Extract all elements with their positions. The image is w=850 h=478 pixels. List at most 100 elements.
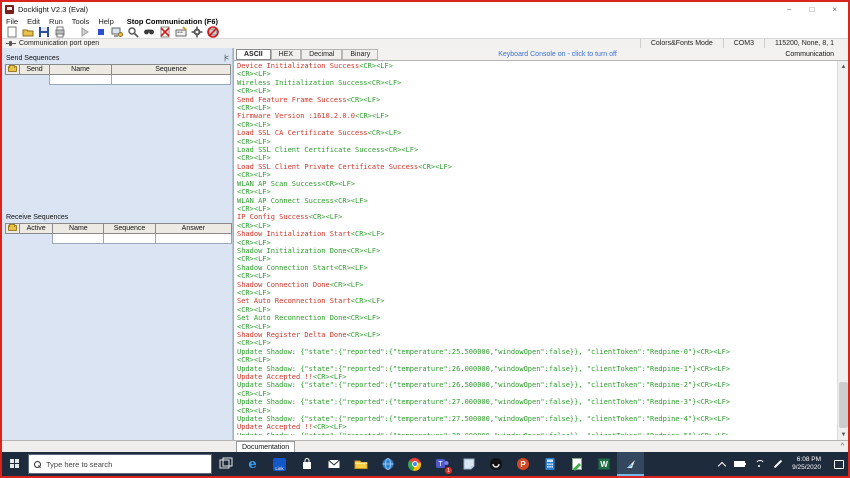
pen-icon[interactable] — [773, 459, 783, 469]
new-file-icon[interactable] — [5, 26, 18, 38]
action-center-icon[interactable] — [834, 459, 844, 469]
terminal-line: <CR><LF> — [237, 272, 271, 281]
search-input[interactable]: Type here to search — [28, 454, 212, 474]
column-header-name: Name — [52, 223, 105, 234]
send-sequences-table: Send Name Sequence — [5, 64, 231, 85]
tab-ascii[interactable]: ASCII — [236, 48, 271, 60]
sequence-input-send — [20, 75, 50, 85]
terminal-line: Firmware Version :1610.2.0.0<CR><LF> — [237, 112, 389, 121]
terminal-line: Update Shadow: {"state":{"reported":{"te… — [237, 347, 731, 356]
close-button[interactable]: × — [832, 5, 837, 14]
app-icon — [5, 4, 14, 14]
print-icon[interactable] — [53, 26, 66, 38]
menu-item-tools[interactable]: Tools — [72, 17, 90, 26]
tray-chevron-icon[interactable] — [717, 461, 727, 470]
sequence-list-button[interactable] — [5, 223, 20, 234]
app-window: Docklight V2.3 (Eval) – □ × File Edit Run T… — [0, 0, 850, 478]
scroll-down-arrow[interactable]: ▼ — [838, 429, 848, 440]
tab-binary[interactable]: Binary — [342, 48, 379, 60]
search-placeholder: Type here to search — [46, 459, 113, 469]
send-sequences-title: Send Sequences — [6, 54, 60, 62]
network-icon[interactable] — [754, 460, 766, 468]
sequence-input-sequence[interactable] — [103, 233, 156, 244]
menu-bar: File Edit Run Tools Help Stop Communication (… — [2, 16, 848, 26]
terminal-line: <CR><LF> — [237, 305, 271, 314]
clock-date: 9/25/2020 — [792, 464, 821, 471]
taskbar-green-w-app-icon[interactable]: W — [590, 452, 617, 476]
folder-icon — [8, 64, 17, 72]
sequence-input-name[interactable] — [52, 233, 105, 244]
save-icon[interactable] — [37, 26, 50, 38]
battery-icon[interactable] — [734, 461, 747, 467]
options-gear-icon[interactable] — [190, 26, 203, 38]
minimize-button[interactable]: – — [787, 5, 791, 14]
scroll-up-arrow[interactable]: ▲ — [838, 61, 848, 72]
tab-decimal[interactable]: Decimal — [301, 48, 343, 60]
menu-item-stop-communication[interactable]: Stop Communication (F6) — [127, 17, 218, 26]
taskbar-calculator-icon[interactable] — [536, 452, 563, 476]
taskbar-green-doc-icon[interactable] — [563, 452, 590, 476]
terminal-line: Shadow Register Delta Done<CR><LF> — [237, 331, 381, 339]
find-sequence-icon[interactable] — [142, 26, 155, 38]
taskbar-chrome-icon[interactable] — [401, 452, 428, 476]
taskbar-powerpoint-icon[interactable]: P — [509, 452, 536, 476]
sequences-panel: Send Sequences |< Send Name Sequence Recei… — [2, 48, 233, 440]
terminal-line: WLAN AP Scan Success<CR><LF> — [237, 179, 356, 188]
scrollbar-thumb[interactable] — [839, 382, 848, 428]
terminal-line: Shadow Initialization Start<CR><LF> — [237, 230, 385, 239]
com-port-status[interactable]: COM3 — [722, 39, 764, 48]
taskbar-clock[interactable]: 6:08 PM 9/25/2020 — [792, 456, 821, 472]
taskbar-edge-icon[interactable]: e — [239, 452, 266, 476]
menu-item-edit[interactable]: Edit — [27, 17, 40, 26]
communication-panel: ASCII HEX Decimal Binary Keyboard Console o… — [233, 48, 848, 440]
receive-sequences-title: Receive Sequences — [6, 213, 69, 221]
menu-item-help[interactable]: Help — [98, 17, 113, 26]
taskbar-mail-icon[interactable] — [320, 452, 347, 476]
open-project-icon[interactable] — [21, 26, 34, 38]
taskbar-store-icon[interactable] — [293, 452, 320, 476]
vertical-scrollbar[interactable]: ▲ ▼ — [837, 61, 848, 440]
taskbar-globe-browser-icon[interactable] — [374, 452, 401, 476]
taskbar-teams-icon[interactable]: T1 — [428, 452, 455, 476]
restore-button[interactable]: □ — [809, 5, 814, 14]
com-params-status[interactable]: 115200, None, 8, 1 — [763, 39, 844, 48]
taskbar-docklight-active-icon[interactable] — [617, 452, 644, 476]
terminal-line: Set Auto Reconnection Start<CR><LF> — [237, 297, 385, 306]
tab-hex[interactable]: HEX — [270, 48, 302, 60]
sequence-input-name[interactable] — [49, 74, 112, 85]
start-button[interactable] — [2, 452, 28, 476]
menu-item-run[interactable]: Run — [49, 17, 63, 26]
toolbar — [2, 26, 848, 38]
sequence-list-button[interactable] — [5, 64, 20, 75]
column-header-send: Send — [19, 64, 50, 75]
sequence-input-answer[interactable] — [154, 233, 233, 244]
terminal-line: Wireless Initialization Success<CR><LF> — [237, 78, 402, 87]
tab-documentation[interactable]: Documentation — [236, 441, 296, 452]
taskbar-file-explorer-icon[interactable] — [347, 452, 374, 476]
terminal-line: <CR><LF> — [237, 322, 271, 331]
collapse-panel-button[interactable]: |< — [224, 55, 229, 62]
keyboard-console-toggle[interactable]: Keyboard Console on - click to turn off — [498, 51, 617, 58]
terminal-line: Load SSL Client Private Certificate Succ… — [237, 162, 452, 171]
taskbar-notes-icon[interactable] — [455, 452, 482, 476]
stop-communication-icon[interactable] — [94, 26, 107, 38]
taskbar-task-view-icon[interactable] — [212, 452, 239, 476]
taskbar-link-app-icon[interactable]: Link — [266, 452, 293, 476]
column-header-name: Name — [49, 64, 112, 75]
start-communication-icon[interactable] — [78, 26, 91, 38]
expert-monitor-icon[interactable] — [126, 26, 139, 38]
sequence-input-sequence[interactable] — [111, 74, 231, 85]
terminal-line: Device Initialization Success<CR><LF> — [237, 62, 393, 70]
expand-documentation-icon[interactable]: ^ — [841, 443, 844, 450]
folder-icon — [7, 223, 17, 231]
menu-item-file[interactable]: File — [6, 17, 18, 26]
clear-window-icon[interactable] — [158, 26, 171, 38]
display-mode-status[interactable]: Colors&Fonts Mode — [639, 39, 723, 48]
column-header-active: Active — [18, 223, 54, 234]
project-settings-icon[interactable] — [110, 26, 123, 38]
comm-blocked-icon[interactable] — [206, 26, 219, 38]
svg-text:T: T — [438, 461, 443, 468]
terminal-line: Shadow Initialization Done<CR><LF> — [237, 246, 381, 255]
taskbar-dark-circle-app-icon[interactable] — [482, 452, 509, 476]
keyboard-console-icon[interactable] — [174, 26, 187, 38]
